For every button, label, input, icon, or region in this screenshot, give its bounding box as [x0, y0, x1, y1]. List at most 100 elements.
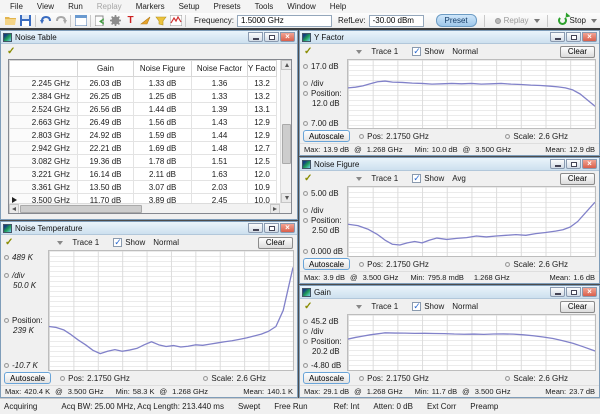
row-header-frequency[interactable]: 3.361 GHz [10, 181, 78, 194]
restore-button[interactable] [566, 159, 581, 169]
row-header-frequency[interactable]: 3.221 GHz [10, 168, 78, 181]
export-icon[interactable] [93, 14, 108, 28]
autoscale-button[interactable]: Autoscale [303, 372, 350, 384]
gear-icon[interactable] [108, 14, 123, 28]
save-icon[interactable] [18, 14, 33, 28]
column-header[interactable]: Gain [78, 61, 134, 77]
row-header-frequency[interactable]: 2.524 GHz [10, 103, 78, 116]
table-cell[interactable]: 22.21 dB [78, 142, 134, 155]
show-checkbox[interactable] [412, 174, 421, 183]
replay-dropdown-icon[interactable] [534, 19, 540, 23]
table-cell[interactable]: 1.33 [192, 90, 248, 103]
noise-figure-titlebar[interactable]: Noise Figure × [300, 158, 599, 171]
trace-name[interactable]: Trace 1 [371, 47, 398, 56]
table-cell[interactable]: 1.48 [192, 142, 248, 155]
replay-button[interactable]: Replay [495, 16, 540, 25]
column-header[interactable]: Noise Factor [192, 61, 248, 77]
clear-button[interactable]: Clear [560, 173, 595, 185]
show-checkbox[interactable] [113, 238, 122, 247]
table-cell[interactable]: 26.25 dB [78, 90, 134, 103]
open-icon[interactable] [3, 14, 18, 28]
table-cell[interactable]: 12.9 [248, 129, 277, 142]
axis-top-value[interactable]: 489 K [12, 253, 33, 262]
column-header[interactable]: Y Factor [248, 61, 277, 77]
menu-run[interactable]: Run [61, 1, 90, 12]
trace-name[interactable]: Trace 1 [72, 238, 99, 247]
restore-button[interactable] [566, 32, 581, 42]
axis-position-value[interactable]: 20.2 dB [312, 347, 340, 356]
row-header-frequency[interactable]: 2.663 GHz [10, 116, 78, 129]
axis-bottom-value[interactable]: 7.00 dB [311, 119, 339, 128]
table-cell[interactable]: 13.2 [248, 90, 277, 103]
limits-icon[interactable] [153, 14, 168, 28]
table-cell[interactable]: 1.36 [192, 77, 248, 90]
noise-table-titlebar[interactable]: Noise Table × [1, 31, 297, 44]
table-cell[interactable]: 2.11 dB [134, 168, 192, 181]
scroll-right-button[interactable] [270, 204, 280, 214]
trace-mode[interactable]: Normal [153, 238, 179, 247]
close-button[interactable]: × [280, 32, 295, 42]
minimize-button[interactable] [550, 159, 565, 169]
axis-bottom-value[interactable]: -10.7 K [12, 361, 38, 370]
table-cell[interactable]: 2.03 [192, 181, 248, 194]
table-cell[interactable]: 1.33 dB [134, 77, 192, 90]
scroll-left-button[interactable] [9, 204, 19, 214]
minimize-button[interactable] [550, 287, 565, 297]
restore-button[interactable] [264, 223, 279, 233]
axis-position-value[interactable]: 12.0 dB [312, 99, 340, 108]
minimize-button[interactable] [248, 32, 263, 42]
menu-presets[interactable]: Presets [206, 1, 247, 12]
scroll-up-button[interactable] [281, 60, 292, 70]
table-cell[interactable]: 10.9 [248, 181, 277, 194]
trace-mode[interactable]: Normal [452, 47, 478, 56]
autoscale-button[interactable]: Autoscale [4, 372, 51, 384]
table-cell[interactable]: 1.56 dB [134, 116, 192, 129]
trace-name[interactable]: Trace 1 [371, 302, 398, 311]
row-header-frequency[interactable]: 2.245 GHz [10, 77, 78, 90]
restore-button[interactable] [264, 32, 279, 42]
menu-tools[interactable]: Tools [248, 1, 281, 12]
pos-value[interactable]: 2.1750 GHz [386, 374, 429, 383]
axis-div-value[interactable]: 50.0 K [13, 281, 36, 290]
trace-dropdown-icon[interactable] [356, 50, 362, 54]
table-row[interactable]: 2.384 GHz26.25 dB1.25 dB1.3313.2 [10, 90, 277, 103]
undo-icon[interactable] [38, 14, 53, 28]
clear-button[interactable]: Clear [560, 46, 595, 58]
table-cell[interactable]: 24.92 dB [78, 129, 134, 142]
clear-button[interactable]: Clear [258, 237, 293, 249]
row-header-frequency[interactable]: 2.384 GHz [10, 90, 78, 103]
table-cell[interactable]: 19.36 dB [78, 155, 134, 168]
close-button[interactable]: × [582, 159, 597, 169]
axis-top-value[interactable]: 5.00 dB [311, 189, 339, 198]
table-cell[interactable]: 1.44 [192, 129, 248, 142]
row-header-frequency[interactable]: 2.803 GHz [10, 129, 78, 142]
axis-bottom-value[interactable]: 0.000 dB [311, 247, 343, 256]
pos-value[interactable]: 2.1750 GHz [87, 374, 130, 383]
table-row[interactable]: 2.942 GHz22.21 dB1.69 dB1.4812.7 [10, 142, 277, 155]
scroll-thumb[interactable] [20, 205, 142, 213]
y-factor-titlebar[interactable]: Y Factor × [300, 31, 599, 44]
stop-button[interactable]: Stop [558, 16, 597, 25]
close-button[interactable]: × [582, 32, 597, 42]
table-row[interactable]: 2.803 GHz24.92 dB1.59 dB1.4412.9 [10, 129, 277, 142]
scale-value[interactable]: 2.6 GHz [539, 374, 568, 383]
new-window-icon[interactable] [73, 14, 88, 28]
trace-mode[interactable]: Avg [452, 174, 466, 183]
table-cell[interactable]: 12.9 [248, 116, 277, 129]
autoscale-button[interactable]: Autoscale [303, 258, 350, 270]
column-header[interactable]: Noise Figure [134, 61, 192, 77]
table-cell[interactable]: 1.44 dB [134, 103, 192, 116]
table-row[interactable]: 2.524 GHz26.56 dB1.44 dB1.3913.1 [10, 103, 277, 116]
table-cell[interactable]: 13.2 [248, 77, 277, 90]
table-cell[interactable]: 12.5 [248, 155, 277, 168]
table-row[interactable]: 3.221 GHz16.14 dB2.11 dB1.6312.0 [10, 168, 277, 181]
marker-icon[interactable] [138, 14, 153, 28]
preset-button[interactable]: Preset [436, 14, 477, 27]
autoscale-button[interactable]: Autoscale [303, 130, 350, 142]
table-cell[interactable]: 1.39 [192, 103, 248, 116]
table-cell[interactable]: 1.43 [192, 116, 248, 129]
menu-file[interactable]: File [3, 1, 30, 12]
menu-view[interactable]: View [30, 1, 61, 12]
trace-icon[interactable] [168, 14, 183, 28]
pos-value[interactable]: 2.1750 GHz [386, 132, 429, 141]
